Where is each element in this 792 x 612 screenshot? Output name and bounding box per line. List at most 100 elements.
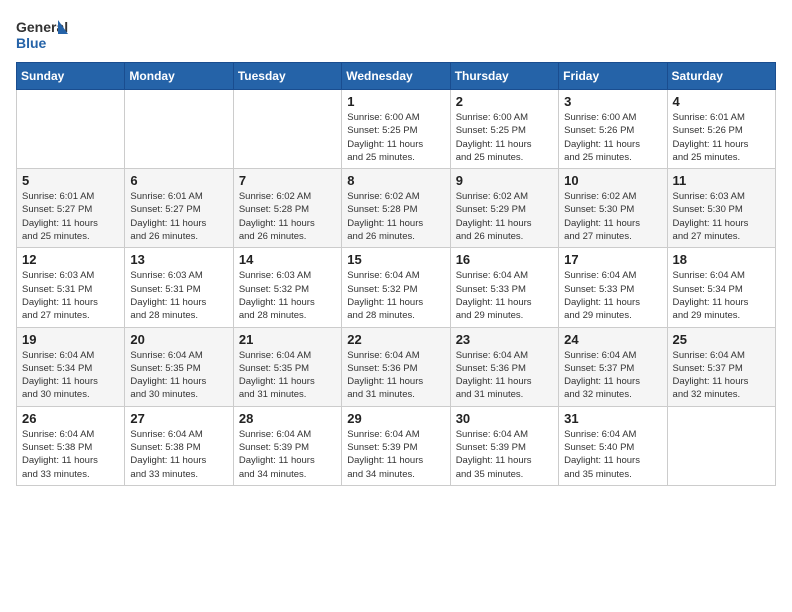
calendar-cell: 5 Sunrise: 6:01 AM Sunset: 5:27 PM Daylig… xyxy=(17,169,125,248)
day-number: 14 xyxy=(239,252,336,267)
day-number: 7 xyxy=(239,173,336,188)
calendar-week-row: 5 Sunrise: 6:01 AM Sunset: 5:27 PM Daylig… xyxy=(17,169,776,248)
calendar-table: SundayMondayTuesdayWednesdayThursdayFrid… xyxy=(16,62,776,486)
calendar-cell xyxy=(233,90,341,169)
weekday-header-sunday: Sunday xyxy=(17,63,125,90)
day-number: 2 xyxy=(456,94,553,109)
day-info: Sunrise: 6:04 AM Sunset: 5:37 PM Dayligh… xyxy=(673,349,770,402)
day-info: Sunrise: 6:04 AM Sunset: 5:35 PM Dayligh… xyxy=(239,349,336,402)
day-number: 15 xyxy=(347,252,444,267)
day-info: Sunrise: 6:04 AM Sunset: 5:35 PM Dayligh… xyxy=(130,349,227,402)
day-info: Sunrise: 6:02 AM Sunset: 5:30 PM Dayligh… xyxy=(564,190,661,243)
calendar-header-row: SundayMondayTuesdayWednesdayThursdayFrid… xyxy=(17,63,776,90)
day-info: Sunrise: 6:02 AM Sunset: 5:28 PM Dayligh… xyxy=(347,190,444,243)
day-number: 11 xyxy=(673,173,770,188)
weekday-header-wednesday: Wednesday xyxy=(342,63,450,90)
day-number: 26 xyxy=(22,411,119,426)
day-number: 30 xyxy=(456,411,553,426)
day-number: 25 xyxy=(673,332,770,347)
day-number: 12 xyxy=(22,252,119,267)
calendar-cell: 25 Sunrise: 6:04 AM Sunset: 5:37 PM Dayli… xyxy=(667,327,775,406)
day-number: 19 xyxy=(22,332,119,347)
calendar-cell: 2 Sunrise: 6:00 AM Sunset: 5:25 PM Daylig… xyxy=(450,90,558,169)
day-info: Sunrise: 6:04 AM Sunset: 5:34 PM Dayligh… xyxy=(22,349,119,402)
day-info: Sunrise: 6:04 AM Sunset: 5:39 PM Dayligh… xyxy=(456,428,553,481)
day-number: 31 xyxy=(564,411,661,426)
weekday-header-tuesday: Tuesday xyxy=(233,63,341,90)
day-info: Sunrise: 6:04 AM Sunset: 5:34 PM Dayligh… xyxy=(673,269,770,322)
calendar-cell: 18Sunrise: 6:04 AM Sunset: 5:34 PM Dayli… xyxy=(667,248,775,327)
calendar-cell: 12 Sunrise: 6:03 AM Sunset: 5:31 PM Dayli… xyxy=(17,248,125,327)
calendar-cell: 27Sunrise: 6:04 AM Sunset: 5:38 PM Dayli… xyxy=(125,406,233,485)
weekday-header-friday: Friday xyxy=(559,63,667,90)
day-number: 22 xyxy=(347,332,444,347)
generalblue-logo-icon: GeneralBlue xyxy=(16,16,71,54)
day-info: Sunrise: 6:04 AM Sunset: 5:33 PM Dayligh… xyxy=(456,269,553,322)
calendar-cell: 28 Sunrise: 6:04 AM Sunset: 5:39 PM Dayli… xyxy=(233,406,341,485)
weekday-header-monday: Monday xyxy=(125,63,233,90)
calendar-cell xyxy=(667,406,775,485)
day-info: Sunrise: 6:04 AM Sunset: 5:38 PM Dayligh… xyxy=(22,428,119,481)
day-info: Sunrise: 6:03 AM Sunset: 5:31 PM Dayligh… xyxy=(130,269,227,322)
day-info: Sunrise: 6:00 AM Sunset: 5:25 PM Dayligh… xyxy=(456,111,553,164)
day-number: 8 xyxy=(347,173,444,188)
day-number: 29 xyxy=(347,411,444,426)
day-info: Sunrise: 6:00 AM Sunset: 5:25 PM Dayligh… xyxy=(347,111,444,164)
day-info: Sunrise: 6:02 AM Sunset: 5:28 PM Dayligh… xyxy=(239,190,336,243)
calendar-cell: 21 Sunrise: 6:04 AM Sunset: 5:35 PM Dayli… xyxy=(233,327,341,406)
day-number: 20 xyxy=(130,332,227,347)
calendar-cell: 11 Sunrise: 6:03 AM Sunset: 5:30 PM Dayli… xyxy=(667,169,775,248)
calendar-cell: 24 Sunrise: 6:04 AM Sunset: 5:37 PM Dayli… xyxy=(559,327,667,406)
calendar-cell: 4 Sunrise: 6:01 AM Sunset: 5:26 PM Daylig… xyxy=(667,90,775,169)
day-number: 27 xyxy=(130,411,227,426)
calendar-cell: 3 Sunrise: 6:00 AM Sunset: 5:26 PM Daylig… xyxy=(559,90,667,169)
day-info: Sunrise: 6:04 AM Sunset: 5:39 PM Dayligh… xyxy=(347,428,444,481)
day-number: 21 xyxy=(239,332,336,347)
calendar-cell: 14 Sunrise: 6:03 AM Sunset: 5:32 PM Dayli… xyxy=(233,248,341,327)
calendar-cell: 30 Sunrise: 6:04 AM Sunset: 5:39 PM Dayli… xyxy=(450,406,558,485)
calendar-cell: 22 Sunrise: 6:04 AM Sunset: 5:36 PM Dayli… xyxy=(342,327,450,406)
weekday-header-thursday: Thursday xyxy=(450,63,558,90)
day-info: Sunrise: 6:01 AM Sunset: 5:27 PM Dayligh… xyxy=(130,190,227,243)
calendar-cell: 31Sunrise: 6:04 AM Sunset: 5:40 PM Dayli… xyxy=(559,406,667,485)
day-info: Sunrise: 6:03 AM Sunset: 5:31 PM Dayligh… xyxy=(22,269,119,322)
calendar-week-row: 19 Sunrise: 6:04 AM Sunset: 5:34 PM Dayli… xyxy=(17,327,776,406)
day-info: Sunrise: 6:04 AM Sunset: 5:37 PM Dayligh… xyxy=(564,349,661,402)
header: GeneralBlue xyxy=(16,16,776,54)
logo: GeneralBlue xyxy=(16,16,71,54)
calendar-week-row: 1Sunrise: 6:00 AM Sunset: 5:25 PM Daylig… xyxy=(17,90,776,169)
day-info: Sunrise: 6:00 AM Sunset: 5:26 PM Dayligh… xyxy=(564,111,661,164)
day-info: Sunrise: 6:01 AM Sunset: 5:27 PM Dayligh… xyxy=(22,190,119,243)
calendar-cell: 9Sunrise: 6:02 AM Sunset: 5:29 PM Daylig… xyxy=(450,169,558,248)
day-info: Sunrise: 6:04 AM Sunset: 5:32 PM Dayligh… xyxy=(347,269,444,322)
calendar-cell: 26 Sunrise: 6:04 AM Sunset: 5:38 PM Dayli… xyxy=(17,406,125,485)
day-info: Sunrise: 6:03 AM Sunset: 5:32 PM Dayligh… xyxy=(239,269,336,322)
day-number: 4 xyxy=(673,94,770,109)
calendar-cell xyxy=(17,90,125,169)
day-number: 10 xyxy=(564,173,661,188)
calendar-week-row: 12 Sunrise: 6:03 AM Sunset: 5:31 PM Dayli… xyxy=(17,248,776,327)
day-number: 16 xyxy=(456,252,553,267)
day-info: Sunrise: 6:01 AM Sunset: 5:26 PM Dayligh… xyxy=(673,111,770,164)
calendar-cell: 13Sunrise: 6:03 AM Sunset: 5:31 PM Dayli… xyxy=(125,248,233,327)
calendar-cell: 19 Sunrise: 6:04 AM Sunset: 5:34 PM Dayli… xyxy=(17,327,125,406)
calendar-cell: 8 Sunrise: 6:02 AM Sunset: 5:28 PM Daylig… xyxy=(342,169,450,248)
calendar-cell: 23 Sunrise: 6:04 AM Sunset: 5:36 PM Dayli… xyxy=(450,327,558,406)
day-number: 3 xyxy=(564,94,661,109)
day-info: Sunrise: 6:02 AM Sunset: 5:29 PM Dayligh… xyxy=(456,190,553,243)
day-info: Sunrise: 6:03 AM Sunset: 5:30 PM Dayligh… xyxy=(673,190,770,243)
weekday-header-saturday: Saturday xyxy=(667,63,775,90)
day-info: Sunrise: 6:04 AM Sunset: 5:33 PM Dayligh… xyxy=(564,269,661,322)
day-info: Sunrise: 6:04 AM Sunset: 5:36 PM Dayligh… xyxy=(456,349,553,402)
calendar-cell: 16 Sunrise: 6:04 AM Sunset: 5:33 PM Dayli… xyxy=(450,248,558,327)
day-info: Sunrise: 6:04 AM Sunset: 5:39 PM Dayligh… xyxy=(239,428,336,481)
day-number: 5 xyxy=(22,173,119,188)
day-number: 24 xyxy=(564,332,661,347)
day-number: 23 xyxy=(456,332,553,347)
day-info: Sunrise: 6:04 AM Sunset: 5:36 PM Dayligh… xyxy=(347,349,444,402)
svg-text:Blue: Blue xyxy=(16,35,47,51)
calendar-cell: 6Sunrise: 6:01 AM Sunset: 5:27 PM Daylig… xyxy=(125,169,233,248)
calendar-cell xyxy=(125,90,233,169)
calendar-cell: 15 Sunrise: 6:04 AM Sunset: 5:32 PM Dayli… xyxy=(342,248,450,327)
day-number: 28 xyxy=(239,411,336,426)
